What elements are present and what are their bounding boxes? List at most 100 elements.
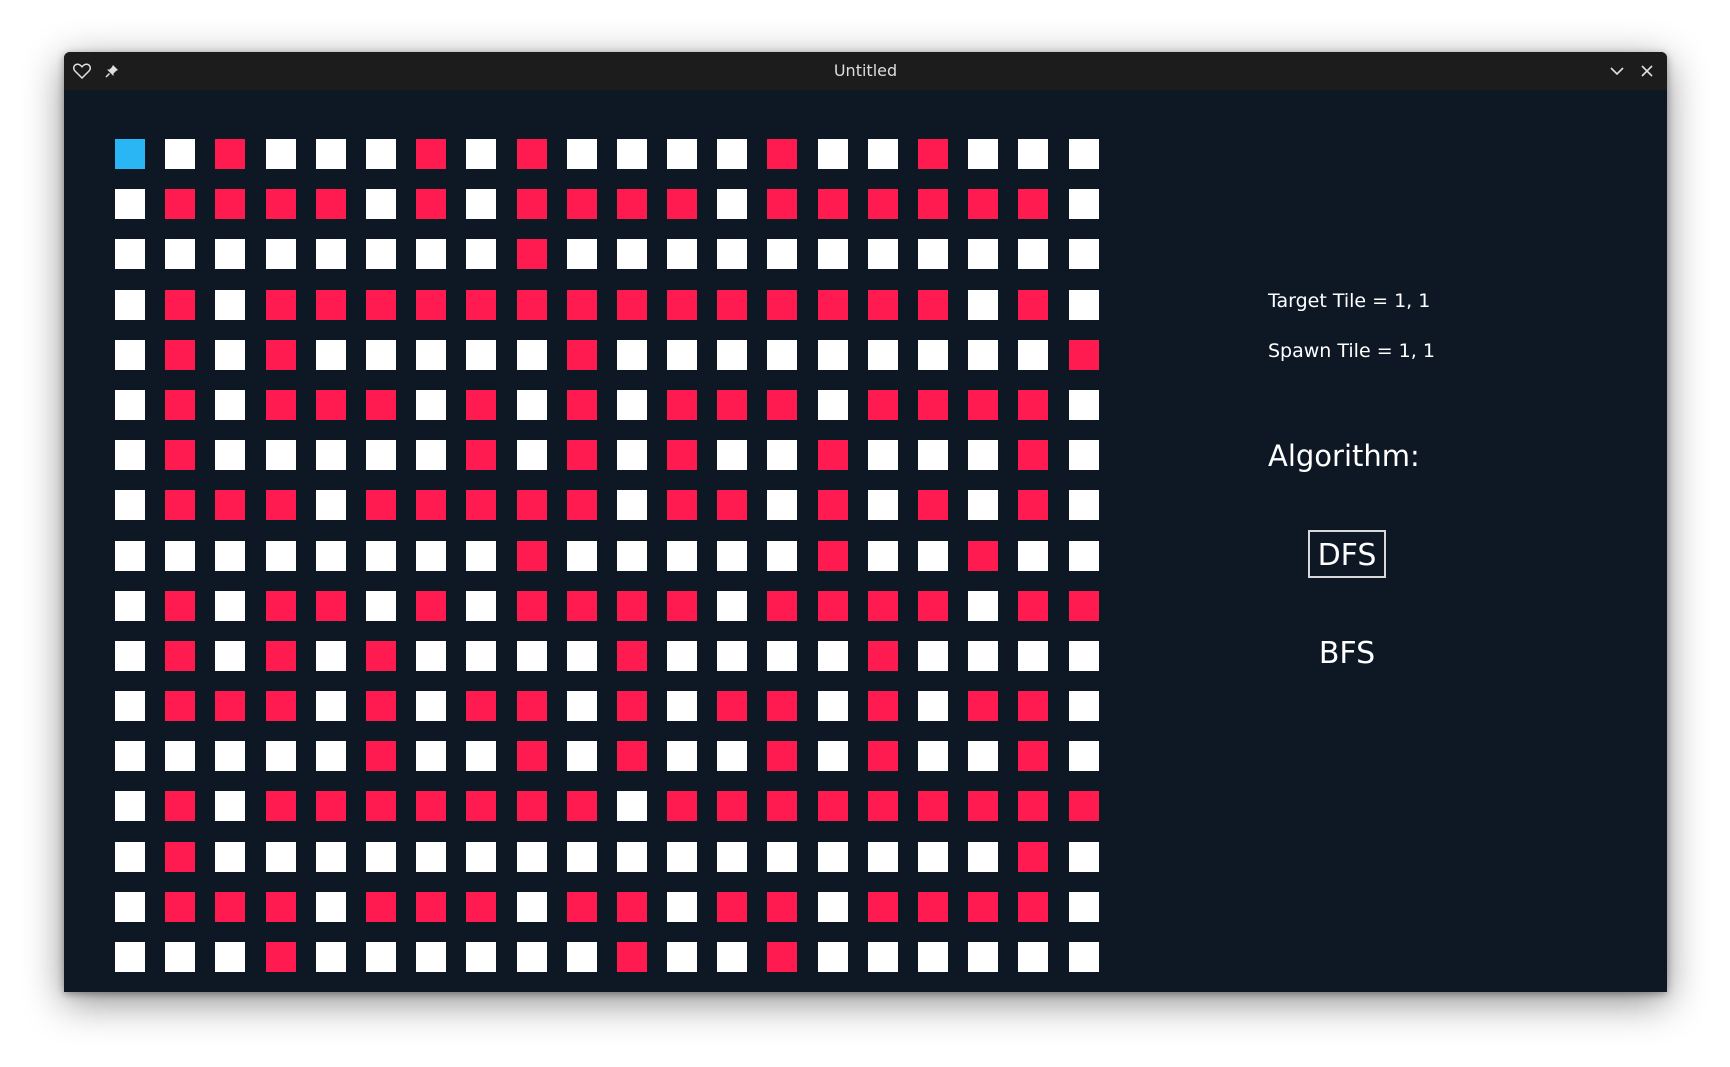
open-tile[interactable] — [1068, 891, 1099, 922]
open-tile[interactable] — [1068, 289, 1099, 320]
wall-tile[interactable] — [867, 691, 898, 722]
wall-tile[interactable] — [215, 490, 246, 521]
wall-tile[interactable] — [767, 389, 798, 420]
wall-tile[interactable] — [165, 389, 196, 420]
wall-tile[interactable] — [516, 590, 547, 621]
wall-tile[interactable] — [867, 590, 898, 621]
open-tile[interactable] — [365, 139, 396, 169]
open-tile[interactable] — [767, 841, 798, 872]
open-tile[interactable] — [817, 942, 848, 972]
bfs-button[interactable]: BFS — [1312, 630, 1382, 674]
open-tile[interactable] — [315, 239, 346, 270]
open-tile[interactable] — [566, 741, 597, 772]
wall-tile[interactable] — [165, 891, 196, 922]
wall-tile[interactable] — [616, 189, 647, 220]
wall-tile[interactable] — [767, 189, 798, 220]
wall-tile[interactable] — [466, 691, 497, 722]
wall-tile[interactable] — [365, 289, 396, 320]
open-tile[interactable] — [667, 540, 698, 571]
open-tile[interactable] — [968, 841, 999, 872]
wall-tile[interactable] — [365, 691, 396, 722]
open-tile[interactable] — [516, 339, 547, 370]
wall-tile[interactable] — [767, 590, 798, 621]
open-tile[interactable] — [115, 540, 145, 571]
open-tile[interactable] — [165, 239, 196, 270]
open-tile[interactable] — [867, 490, 898, 521]
open-tile[interactable] — [315, 942, 346, 972]
open-tile[interactable] — [315, 640, 346, 671]
open-tile[interactable] — [215, 841, 246, 872]
wall-tile[interactable] — [968, 691, 999, 722]
wall-tile[interactable] — [416, 590, 447, 621]
open-tile[interactable] — [968, 741, 999, 772]
open-tile[interactable] — [1018, 942, 1049, 972]
open-tile[interactable] — [115, 942, 145, 972]
open-tile[interactable] — [1068, 389, 1099, 420]
wall-tile[interactable] — [165, 791, 196, 822]
wall-tile[interactable] — [1018, 691, 1049, 722]
wall-tile[interactable] — [365, 640, 396, 671]
open-tile[interactable] — [215, 440, 246, 471]
wall-tile[interactable] — [516, 741, 547, 772]
close-icon[interactable] — [1637, 61, 1657, 81]
open-tile[interactable] — [968, 942, 999, 972]
open-tile[interactable] — [416, 741, 447, 772]
open-tile[interactable] — [115, 691, 145, 722]
wall-tile[interactable] — [516, 189, 547, 220]
wall-tile[interactable] — [466, 389, 497, 420]
wall-tile[interactable] — [767, 942, 798, 972]
open-tile[interactable] — [867, 139, 898, 169]
open-tile[interactable] — [416, 389, 447, 420]
wall-tile[interactable] — [1018, 741, 1049, 772]
wall-tile[interactable] — [616, 691, 647, 722]
wall-tile[interactable] — [516, 691, 547, 722]
open-tile[interactable] — [466, 339, 497, 370]
wall-tile[interactable] — [616, 590, 647, 621]
wall-tile[interactable] — [466, 440, 497, 471]
wall-tile[interactable] — [1068, 590, 1099, 621]
open-tile[interactable] — [265, 741, 296, 772]
open-tile[interactable] — [115, 841, 145, 872]
open-tile[interactable] — [717, 540, 748, 571]
wall-tile[interactable] — [315, 189, 346, 220]
open-tile[interactable] — [115, 440, 145, 471]
open-tile[interactable] — [416, 691, 447, 722]
wall-tile[interactable] — [416, 791, 447, 822]
open-tile[interactable] — [1068, 540, 1099, 571]
open-tile[interactable] — [767, 440, 798, 471]
wall-tile[interactable] — [918, 139, 948, 169]
wall-tile[interactable] — [1068, 339, 1099, 370]
open-tile[interactable] — [115, 891, 145, 922]
open-tile[interactable] — [717, 339, 748, 370]
wall-tile[interactable] — [767, 691, 798, 722]
wall-tile[interactable] — [767, 741, 798, 772]
open-tile[interactable] — [616, 389, 647, 420]
open-tile[interactable] — [968, 590, 999, 621]
open-tile[interactable] — [466, 640, 497, 671]
wall-tile[interactable] — [817, 791, 848, 822]
open-tile[interactable] — [767, 640, 798, 671]
open-tile[interactable] — [1068, 440, 1099, 471]
open-tile[interactable] — [315, 691, 346, 722]
open-tile[interactable] — [566, 640, 597, 671]
open-tile[interactable] — [767, 490, 798, 521]
wall-tile[interactable] — [265, 189, 296, 220]
wall-tile[interactable] — [867, 791, 898, 822]
open-tile[interactable] — [365, 440, 396, 471]
wall-tile[interactable] — [1018, 389, 1049, 420]
open-tile[interactable] — [817, 841, 848, 872]
open-tile[interactable] — [616, 339, 647, 370]
wall-tile[interactable] — [767, 791, 798, 822]
wall-tile[interactable] — [918, 490, 948, 521]
open-tile[interactable] — [1018, 239, 1049, 270]
open-tile[interactable] — [215, 289, 246, 320]
open-tile[interactable] — [315, 440, 346, 471]
open-tile[interactable] — [315, 490, 346, 521]
open-tile[interactable] — [817, 139, 848, 169]
open-tile[interactable] — [918, 691, 948, 722]
open-tile[interactable] — [115, 189, 145, 220]
open-tile[interactable] — [918, 440, 948, 471]
wall-tile[interactable] — [165, 841, 196, 872]
open-tile[interactable] — [616, 841, 647, 872]
open-tile[interactable] — [365, 239, 396, 270]
